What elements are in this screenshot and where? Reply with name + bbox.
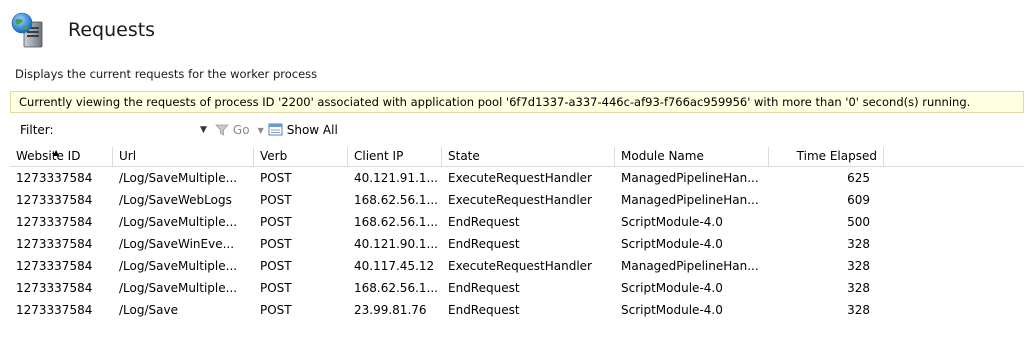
info-banner: Currently viewing the requests of proces… <box>10 91 1024 113</box>
cell-url: /Log/SaveMultiple... <box>119 259 238 273</box>
filter-dropdown-icon[interactable]: ▼ <box>200 125 207 135</box>
show-all-icon <box>268 123 283 136</box>
cell-website-id: 1273337584 <box>16 171 93 185</box>
cell-website-id: 1273337584 <box>16 215 93 229</box>
cell-state: ExecuteRequestHandler <box>448 193 592 207</box>
cell-time-elapsed: 328 <box>847 237 870 251</box>
cell-url: /Log/SaveMultiple... <box>119 171 238 185</box>
cell-client-ip: 40.117.45.12 <box>354 259 435 273</box>
requests-table: Website ID ▲ Url Verb Client IP State Mo… <box>10 147 1024 321</box>
show-all-label: Show All <box>286 123 338 137</box>
page-title: Requests <box>68 19 156 41</box>
sort-ascending-icon: ▲ <box>53 148 60 157</box>
cell-url: /Log/Save <box>119 303 178 317</box>
cell-time-elapsed: 500 <box>847 215 870 229</box>
cell-client-ip: 168.62.56.1... <box>354 193 438 207</box>
filter-label: Filter: <box>20 123 54 137</box>
go-label: Go <box>232 123 250 137</box>
cell-verb: POST <box>260 237 292 251</box>
table-row[interactable]: 1273337584 /Log/SaveWebLogs POST 168.62.… <box>10 189 1024 211</box>
table-row[interactable]: 1273337584 /Log/SaveMultiple... POST 168… <box>10 277 1024 299</box>
cell-verb: POST <box>260 259 292 273</box>
filter-toolbar: Filter: ▼ Go ▼ Show All <box>10 119 1024 141</box>
go-dropdown-icon[interactable]: ▼ <box>258 126 264 135</box>
show-all-button[interactable]: Show All <box>268 123 338 137</box>
table-row[interactable]: 1273337584 /Log/Save POST 23.99.81.76 En… <box>10 299 1024 321</box>
column-header-client-ip[interactable]: Client IP <box>348 147 442 166</box>
column-header-module-name[interactable]: Module Name <box>615 147 769 166</box>
cell-website-id: 1273337584 <box>16 237 93 251</box>
cell-state: EndRequest <box>448 237 520 251</box>
cell-website-id: 1273337584 <box>16 303 93 317</box>
cell-verb: POST <box>260 281 292 295</box>
cell-time-elapsed: 328 <box>847 281 870 295</box>
cell-module-name: ScriptModule-4.0 <box>621 281 723 295</box>
cell-client-ip: 168.62.56.1... <box>354 281 438 295</box>
cell-state: EndRequest <box>448 281 520 295</box>
column-header-website-id[interactable]: Website ID ▲ <box>10 147 113 166</box>
cell-time-elapsed: 609 <box>847 193 870 207</box>
cell-state: ExecuteRequestHandler <box>448 171 592 185</box>
cell-website-id: 1273337584 <box>16 281 93 295</box>
cell-verb: POST <box>260 171 292 185</box>
table-row[interactable]: 1273337584 /Log/SaveMultiple... POST 40.… <box>10 167 1024 189</box>
column-header-url[interactable]: Url <box>113 147 254 166</box>
column-header-time-elapsed[interactable]: Time Elapsed <box>769 147 884 166</box>
cell-module-name: ManagedPipelineHan... <box>621 171 759 185</box>
cell-module-name: ManagedPipelineHan... <box>621 259 759 273</box>
column-header-verb[interactable]: Verb <box>254 147 348 166</box>
table-row[interactable]: 1273337584 /Log/SaveMultiple... POST 168… <box>10 211 1024 233</box>
cell-client-ip: 23.99.81.76 <box>354 303 427 317</box>
funnel-icon <box>215 124 229 136</box>
cell-website-id: 1273337584 <box>16 259 93 273</box>
cell-state: EndRequest <box>448 215 520 229</box>
page-header: Requests <box>10 10 155 50</box>
cell-time-elapsed: 328 <box>847 303 870 317</box>
cell-module-name: ManagedPipelineHan... <box>621 193 759 207</box>
cell-url: /Log/SaveWinEve... <box>119 237 235 251</box>
cell-module-name: ScriptModule-4.0 <box>621 237 723 251</box>
cell-website-id: 1273337584 <box>16 193 93 207</box>
cell-client-ip: 40.121.91.1... <box>354 171 438 185</box>
table-row[interactable]: 1273337584 /Log/SaveMultiple... POST 40.… <box>10 255 1024 277</box>
cell-url: /Log/SaveMultiple... <box>119 215 238 229</box>
filter-input[interactable] <box>74 120 194 140</box>
page-description: Displays the current requests for the wo… <box>15 67 318 81</box>
cell-client-ip: 40.121.90.1... <box>354 237 438 251</box>
cell-module-name: ScriptModule-4.0 <box>621 303 723 317</box>
cell-state: EndRequest <box>448 303 520 317</box>
table-row[interactable]: 1273337584 /Log/SaveWinEve... POST 40.12… <box>10 233 1024 255</box>
cell-client-ip: 168.62.56.1... <box>354 215 438 229</box>
server-icon <box>10 12 50 48</box>
cell-state: ExecuteRequestHandler <box>448 259 592 273</box>
table-header: Website ID ▲ Url Verb Client IP State Mo… <box>10 147 1024 167</box>
cell-url: /Log/SaveWebLogs <box>119 193 232 207</box>
cell-module-name: ScriptModule-4.0 <box>621 215 723 229</box>
cell-url: /Log/SaveMultiple... <box>119 281 238 295</box>
go-button[interactable]: Go <box>215 123 250 137</box>
cell-time-elapsed: 328 <box>847 259 870 273</box>
cell-verb: POST <box>260 303 292 317</box>
cell-verb: POST <box>260 193 292 207</box>
cell-verb: POST <box>260 215 292 229</box>
cell-time-elapsed: 625 <box>847 171 870 185</box>
column-header-state[interactable]: State <box>442 147 615 166</box>
